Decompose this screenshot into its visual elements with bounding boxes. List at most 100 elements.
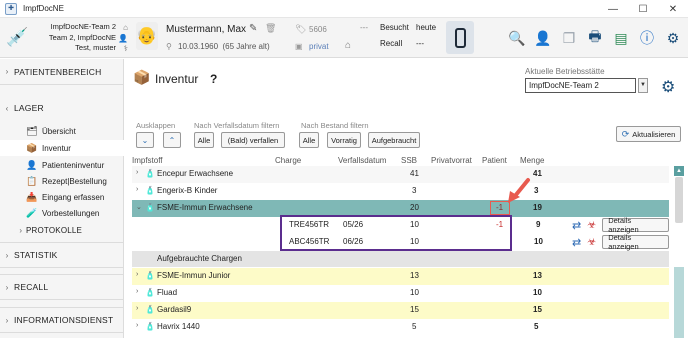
patient-inventory-icon: 👤 (26, 159, 38, 170)
sidebar-item-inventur[interactable]: 📦 Inventur (0, 140, 124, 156)
branch-select[interactable]: ImpfDocNE-Team 2 (525, 78, 636, 93)
practice-line-2: Team 2, ImpfDocNE (48, 32, 116, 42)
row-name: Havrix 1440 (157, 322, 200, 331)
alert-icon[interactable]: ☣ (587, 237, 596, 248)
scroll-up-arrow[interactable]: ▲ (674, 166, 684, 176)
tag-icon: 🏷 (295, 24, 307, 34)
sidebar-item-patienteninventur[interactable]: 👤 Patienteninventur (0, 157, 124, 173)
charge-menge: 10 (534, 237, 543, 246)
export-icon[interactable]: ▤ (608, 26, 634, 50)
chevron-right-icon: › (5, 250, 9, 260)
chevron-right-icon: › (19, 225, 22, 235)
table-row[interactable]: › 🧴 Engerix-B Kinder 3 3 (132, 183, 669, 200)
row-name: Engerix-B Kinder (157, 186, 218, 195)
copy-icon[interactable]: ❐ (556, 26, 582, 50)
info-icon[interactable]: ⓘ (634, 26, 660, 50)
transfer-icon[interactable]: ⇄ (572, 236, 581, 249)
row-ssb: 5 (412, 322, 417, 331)
sidebar-item-vorbestellungen[interactable]: 🧪 Vorbestellungen (0, 205, 124, 221)
collapse-up-button[interactable]: ⌃ (163, 132, 181, 148)
doctor-icon: ⚕ (123, 44, 128, 53)
date-filter-expiring-button[interactable]: (Bald) verfallen (221, 132, 285, 148)
row-menge: 15 (533, 305, 542, 314)
chevron-right-icon[interactable]: › (136, 271, 138, 278)
row-ssb: 3 (412, 186, 417, 195)
row-menge: 5 (534, 322, 539, 331)
table-row[interactable]: › 🧴 Encepur Erwachsene 41 41 (132, 166, 669, 183)
sidebar-item-rezept-bestellung[interactable]: 📋 Rezept|Bestellung (0, 173, 124, 189)
refresh-icon: ⟳ (621, 128, 630, 139)
mobile-device-button[interactable] (446, 21, 474, 54)
sidebar-section-statistik[interactable]: › STATISTIK (0, 242, 124, 268)
stock-filter-available-button[interactable]: Vorratig (327, 132, 361, 148)
sidebar-item-eingang-erfassen[interactable]: 📥 Eingang erfassen (0, 189, 124, 205)
chevron-right-icon[interactable]: › (136, 186, 138, 193)
stock-filter-all-button[interactable]: Alle (299, 132, 319, 148)
row-name: Encepur Erwachsene (157, 169, 234, 178)
window-controls: — ☐ ✕ (598, 0, 688, 18)
details-button[interactable]: Details anzeigen (602, 233, 669, 251)
settings-gear-icon[interactable]: ⚙ (660, 26, 686, 50)
syringe-icon: 💉 (6, 27, 29, 47)
col-privatvorrat[interactable]: Privatvorrat (431, 156, 472, 165)
home-icon[interactable]: ⌂ (345, 40, 351, 51)
collapse-down-button[interactable]: ⌄ (136, 132, 154, 148)
red-arrow-annotation (508, 178, 530, 203)
help-icon[interactable]: ? (210, 72, 217, 86)
overview-icon: 🗂 (26, 125, 38, 136)
sidebar-section-patientenbereich[interactable]: › PATIENTENBEREICH (0, 59, 124, 85)
chevron-right-icon[interactable]: › (136, 322, 138, 329)
scrollbar-track[interactable] (674, 267, 684, 338)
close-button[interactable]: ✕ (658, 0, 688, 18)
sidebar-section-lager[interactable]: ‹ LAGER (0, 95, 124, 121)
chevron-right-icon[interactable]: › (136, 169, 138, 176)
refresh-button[interactable]: ⟳ Aktualisieren (616, 126, 681, 142)
col-menge[interactable]: Menge (520, 156, 544, 165)
chevron-down-icon[interactable]: ⌄ (136, 203, 142, 211)
col-ssb[interactable]: SSB (401, 156, 417, 165)
maximize-button[interactable]: ☐ (628, 0, 658, 18)
practice-line-1: ImpfDocNE-Team 2 (50, 22, 116, 31)
trash-icon[interactable]: 🗑 (265, 23, 276, 34)
add-user-icon[interactable]: 👤 (530, 26, 556, 50)
inventory-box-icon: 📦 (133, 69, 151, 85)
stock-filter-used-button[interactable]: Aufgebraucht (368, 132, 420, 148)
minimize-button[interactable]: — (598, 0, 628, 18)
col-verfallsdatum[interactable]: Verfallsdatum (338, 156, 386, 165)
practice-info[interactable]: 💉 ImpfDocNE-Team 2 ⌂ Team 2, ImpfDocNE 👤 T… (4, 21, 128, 55)
chevron-down-icon[interactable]: ▼ (638, 78, 648, 93)
sidebar-item-protokolle[interactable]: › PROTOKOLLE (0, 221, 124, 239)
col-charge[interactable]: Charge (275, 156, 301, 165)
col-patient[interactable]: Patient (482, 156, 507, 165)
vial-icon: 🧴 (145, 203, 155, 212)
details-button[interactable]: Details anzeigen (602, 216, 669, 234)
row-ssb: 13 (410, 271, 419, 280)
pencil-icon[interactable]: ✎ (249, 23, 257, 34)
scrollbar-thumb[interactable] (675, 177, 683, 223)
print-icon[interactable]: 🖶 (582, 26, 608, 50)
col-impfstoff[interactable]: Impfstoff (132, 156, 163, 165)
gear-icon[interactable]: ⚙ (661, 77, 675, 97)
recall-label: Recall (380, 39, 403, 48)
alert-icon[interactable]: ☣ (587, 220, 596, 231)
app-header: 💉 ImpfDocNE-Team 2 ⌂ Team 2, ImpfDocNE 👤 T… (0, 18, 688, 58)
sidebar-section-recall[interactable]: › RECALL (0, 274, 124, 300)
sidebar-item-uebersicht[interactable]: 🗂 Übersicht (0, 123, 124, 139)
search-icon[interactable]: 🔍 (504, 26, 530, 50)
inventory-icon: 📦 (26, 142, 38, 153)
sidebar-section-informationsdienst[interactable]: › INFORMATIONSDIENST (0, 307, 124, 333)
patient-dob: 10.03.1960 (65 Jahre alt) (178, 42, 270, 51)
vial-icon: 🧴 (145, 271, 155, 280)
table-row[interactable]: › 🧴 Havrix 1440 5 5 (132, 319, 669, 336)
table-row[interactable]: › 🧴 FSME-Immun Junior 13 13 (132, 268, 669, 285)
transfer-icon[interactable]: ⇄ (572, 219, 581, 232)
chevron-right-icon[interactable]: › (136, 305, 138, 312)
vial-icon: 🧴 (145, 169, 155, 178)
window-titlebar: ✚ ImpfDocNE — ☐ ✕ (0, 0, 688, 18)
table-row[interactable]: › 🧴 Fluad 10 10 (132, 285, 669, 302)
date-filter-all-button[interactable]: Alle (194, 132, 214, 148)
table-row[interactable]: › 🧴 Gardasil9 15 15 (132, 302, 669, 319)
patient-dash: --- (360, 23, 368, 32)
row-name: Gardasil9 (157, 305, 192, 314)
chevron-right-icon[interactable]: › (136, 288, 138, 295)
